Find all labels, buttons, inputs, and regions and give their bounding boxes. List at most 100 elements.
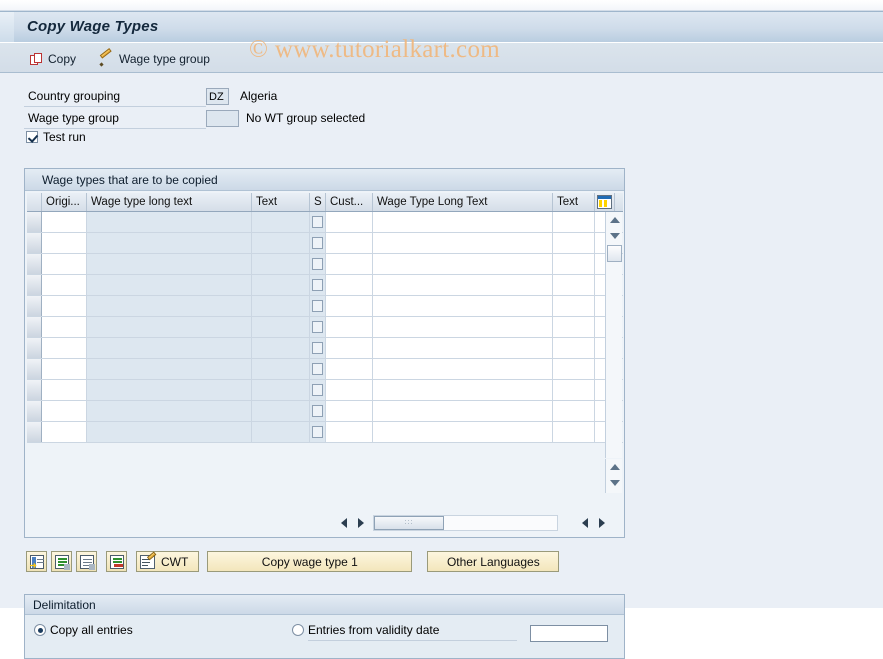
table-cell-wtlong[interactable] bbox=[87, 359, 252, 379]
table-cell-s[interactable] bbox=[310, 212, 326, 232]
table-cell-wtlong2[interactable] bbox=[373, 338, 553, 358]
table-cell-cust[interactable] bbox=[326, 359, 373, 379]
copy-entry-button[interactable] bbox=[51, 551, 72, 572]
wage-type-group-input[interactable] bbox=[206, 110, 239, 127]
table-cell-text2[interactable] bbox=[553, 212, 595, 232]
table-row[interactable] bbox=[27, 212, 623, 233]
table-cell-wtlong[interactable] bbox=[87, 422, 252, 442]
table-cell-text2[interactable] bbox=[553, 380, 595, 400]
row-checkbox[interactable] bbox=[312, 216, 323, 228]
table-cell-wtlong[interactable] bbox=[87, 233, 252, 253]
table-cell-s[interactable] bbox=[310, 401, 326, 421]
table-cell-text1[interactable] bbox=[252, 296, 310, 316]
row-selector[interactable] bbox=[27, 233, 42, 253]
table-cell-s[interactable] bbox=[310, 317, 326, 337]
validity-date-input[interactable] bbox=[530, 625, 608, 642]
table-cell-cust[interactable] bbox=[326, 275, 373, 295]
table-cell-orig[interactable] bbox=[42, 422, 87, 442]
delete-entry-button[interactable] bbox=[106, 551, 127, 572]
table-cell-text2[interactable] bbox=[553, 254, 595, 274]
table-cell-orig[interactable] bbox=[42, 317, 87, 337]
copy-all-entries-radio[interactable] bbox=[34, 624, 46, 636]
table-cell-wtlong2[interactable] bbox=[373, 296, 553, 316]
row-checkbox[interactable] bbox=[312, 279, 323, 291]
horizontal-scroll-track[interactable]: ::: bbox=[373, 515, 558, 531]
table-cell-wtlong2[interactable] bbox=[373, 359, 553, 379]
row-selector[interactable] bbox=[27, 254, 42, 274]
table-cell-wtlong[interactable] bbox=[87, 401, 252, 421]
table-cell-cust[interactable] bbox=[326, 317, 373, 337]
table-cell-text2[interactable] bbox=[553, 275, 595, 295]
table-cell-cust[interactable] bbox=[326, 380, 373, 400]
row-selector[interactable] bbox=[27, 422, 42, 442]
table-cell-cust[interactable] bbox=[326, 212, 373, 232]
table-cell-cust[interactable] bbox=[326, 254, 373, 274]
row-selector[interactable] bbox=[27, 212, 42, 232]
table-cell-text1[interactable] bbox=[252, 233, 310, 253]
table-cell-wtlong[interactable] bbox=[87, 296, 252, 316]
table-cell-text1[interactable] bbox=[252, 380, 310, 400]
row-selector[interactable] bbox=[27, 296, 42, 316]
table-cell-cust[interactable] bbox=[326, 233, 373, 253]
table-cell-text1[interactable] bbox=[252, 401, 310, 421]
table-cell-wtlong[interactable] bbox=[87, 338, 252, 358]
table-row[interactable] bbox=[27, 401, 623, 422]
scroll-right-button-2[interactable] bbox=[593, 515, 610, 531]
copy-all-entries-option[interactable]: Copy all entries bbox=[34, 623, 294, 637]
column-header-cust[interactable]: Cust... bbox=[326, 193, 373, 211]
table-cell-orig[interactable] bbox=[42, 233, 87, 253]
table-cell-text1[interactable] bbox=[252, 359, 310, 379]
table-cell-orig[interactable] bbox=[42, 275, 87, 295]
table-cell-s[interactable] bbox=[310, 254, 326, 274]
entries-from-validity-date-radio[interactable] bbox=[292, 624, 304, 636]
scroll-right-button-1[interactable] bbox=[352, 515, 369, 531]
row-selector[interactable] bbox=[27, 401, 42, 421]
table-cell-wtlong2[interactable] bbox=[373, 275, 553, 295]
table-cell-s[interactable] bbox=[310, 275, 326, 295]
row-checkbox[interactable] bbox=[312, 321, 323, 333]
column-header-orig[interactable]: Origi... bbox=[42, 193, 87, 211]
table-cell-wtlong[interactable] bbox=[87, 275, 252, 295]
row-selector[interactable] bbox=[27, 275, 42, 295]
column-header-text2[interactable]: Text bbox=[553, 193, 595, 211]
test-run-row[interactable]: Test run bbox=[26, 130, 86, 144]
table-cell-orig[interactable] bbox=[42, 380, 87, 400]
column-header-wtlong2[interactable]: Wage Type Long Text bbox=[373, 193, 553, 211]
table-row[interactable] bbox=[27, 422, 623, 443]
table-row[interactable] bbox=[27, 317, 623, 338]
scroll-left-button-2[interactable] bbox=[576, 515, 593, 531]
table-cell-cust[interactable] bbox=[326, 422, 373, 442]
column-header-config[interactable] bbox=[595, 193, 615, 211]
table-cell-wtlong[interactable] bbox=[87, 317, 252, 337]
table-cell-text2[interactable] bbox=[553, 359, 595, 379]
vertical-scroll-thumb[interactable] bbox=[607, 245, 622, 262]
table-cell-orig[interactable] bbox=[42, 401, 87, 421]
table-cell-wtlong2[interactable] bbox=[373, 422, 553, 442]
row-checkbox[interactable] bbox=[312, 237, 323, 249]
table-cell-s[interactable] bbox=[310, 359, 326, 379]
table-cell-wtlong2[interactable] bbox=[373, 317, 553, 337]
table-row[interactable] bbox=[27, 233, 623, 254]
cwt-button[interactable]: CWT bbox=[136, 551, 200, 572]
copy-wage-type-button[interactable]: Copy wage type 1 bbox=[207, 551, 413, 572]
table-cell-text1[interactable] bbox=[252, 275, 310, 295]
duplicate-entry-button[interactable] bbox=[76, 551, 97, 572]
insert-entry-button[interactable] bbox=[26, 551, 47, 572]
table-row[interactable] bbox=[27, 338, 623, 359]
horizontal-scroll-thumb[interactable]: ::: bbox=[374, 516, 444, 530]
table-cell-cust[interactable] bbox=[326, 296, 373, 316]
table-cell-wtlong[interactable] bbox=[87, 254, 252, 274]
row-checkbox[interactable] bbox=[312, 258, 323, 270]
table-row[interactable] bbox=[27, 380, 623, 401]
table-cell-text2[interactable] bbox=[553, 296, 595, 316]
table-cell-text1[interactable] bbox=[252, 317, 310, 337]
table-row[interactable] bbox=[27, 275, 623, 296]
country-grouping-input[interactable] bbox=[206, 88, 229, 105]
row-checkbox[interactable] bbox=[312, 300, 323, 312]
table-cell-text1[interactable] bbox=[252, 422, 310, 442]
table-cell-cust[interactable] bbox=[326, 401, 373, 421]
table-cell-orig[interactable] bbox=[42, 359, 87, 379]
other-languages-button[interactable]: Other Languages bbox=[427, 551, 560, 572]
table-cell-cust[interactable] bbox=[326, 338, 373, 358]
wage-type-group-button[interactable]: Wage type group bbox=[94, 47, 216, 71]
